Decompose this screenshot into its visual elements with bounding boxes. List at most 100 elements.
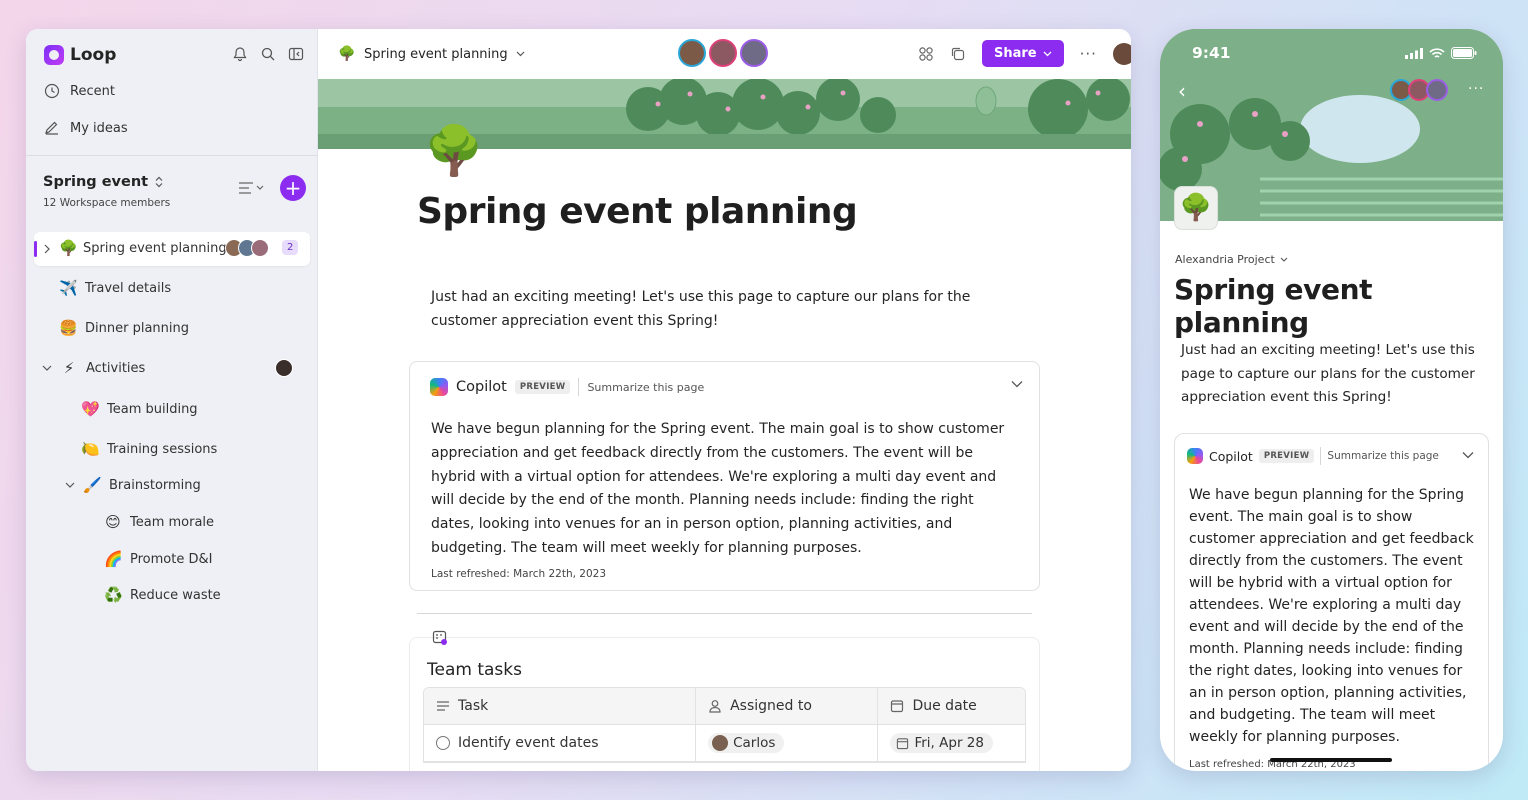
tree-item-label: Promote D&I — [130, 551, 213, 567]
status-bar-time: 9:41 — [1192, 44, 1231, 62]
copy-component-icon[interactable] — [950, 46, 966, 62]
tree-item-label: Activities — [86, 360, 146, 376]
chevron-down-icon[interactable] — [42, 364, 52, 372]
tree-item-activities[interactable]: ⚡ Activities — [42, 359, 145, 377]
due-date-chip[interactable]: Fri, Apr 28 — [890, 733, 993, 753]
breadcrumb-label: Alexandria Project — [1175, 253, 1275, 266]
workspace-title[interactable]: Spring event — [43, 174, 164, 190]
page-intro[interactable]: Just had an exciting meeting! Let's use … — [1181, 339, 1481, 410]
column-header-due[interactable]: Due date — [878, 688, 1025, 724]
collaborator-avatars — [1390, 79, 1448, 101]
summarize-action[interactable]: Summarize this page — [1327, 450, 1438, 462]
tree-item-brainstorming[interactable]: 🖌️ Brainstorming — [65, 476, 201, 494]
tree-item-dinner-planning[interactable]: 🍔 Dinner planning — [59, 319, 189, 337]
chevron-right-icon[interactable] — [43, 244, 51, 254]
lightning-icon: ⚡ — [63, 359, 75, 377]
copilot-name: Copilot — [456, 379, 507, 395]
tree-item-spring-event-planning[interactable]: 🌳 Spring event planning 2 — [34, 232, 310, 266]
avatar[interactable] — [709, 39, 737, 67]
avatar[interactable] — [1426, 79, 1448, 101]
chevron-down-icon[interactable] — [1462, 451, 1474, 459]
share-button[interactable]: Share — [982, 40, 1064, 67]
bell-icon[interactable] — [232, 46, 248, 62]
assignee-cell[interactable]: Carlos — [696, 725, 879, 761]
chevron-down-icon[interactable] — [1011, 380, 1023, 388]
tree-emoji-icon: 🌳 — [338, 46, 356, 62]
column-label: Assigned to — [730, 698, 812, 714]
loop-component-icon[interactable] — [432, 630, 448, 646]
copilot-header: Copilot PREVIEW Summarize this page — [1187, 447, 1439, 465]
clock-icon — [44, 83, 60, 99]
page-intro[interactable]: Just had an exciting meeting! Let's use … — [431, 285, 1011, 333]
workspace-tools: + — [238, 175, 306, 201]
tree-item-label: Reduce waste — [130, 587, 221, 603]
separator — [578, 378, 580, 396]
search-icon[interactable] — [260, 46, 276, 62]
page-title[interactable]: Spring event planning — [1174, 273, 1503, 339]
more-options-icon[interactable]: ··· — [1080, 45, 1097, 63]
page-emoji-icon[interactable]: 🌳 — [424, 122, 484, 179]
tasks-title[interactable]: Team tasks — [427, 660, 522, 680]
tree-item-reduce-waste[interactable]: ♻️ Reduce waste — [104, 586, 221, 604]
tree-item-team-morale[interactable]: 😊 Team morale — [104, 513, 214, 531]
copilot-icon — [430, 378, 448, 396]
calendar-icon — [897, 737, 909, 749]
pen-icon — [45, 121, 58, 135]
separator — [1320, 447, 1322, 465]
lemon-icon: 🍋 — [81, 440, 100, 458]
tree-item-label: Brainstorming — [109, 477, 201, 493]
task-name: Identify event dates — [458, 735, 599, 751]
back-icon[interactable]: ‹ — [1178, 79, 1186, 103]
assignee-chip[interactable]: Carlos — [708, 733, 785, 753]
summarize-action[interactable]: Summarize this page — [587, 381, 704, 394]
avatar[interactable] — [678, 39, 706, 67]
column-header-assigned[interactable]: Assigned to — [696, 688, 879, 724]
collapse-sidebar-icon[interactable] — [288, 46, 304, 62]
airplane-icon: ✈️ — [59, 279, 78, 297]
copilot-last-refreshed: Last refreshed: March 22th, 2023 — [431, 568, 606, 580]
apps-icon[interactable] — [918, 46, 934, 62]
copilot-summary-text: We have begun planning for the Spring ev… — [431, 421, 1005, 556]
rainbow-icon: 🌈 — [104, 550, 123, 568]
calendar-icon — [891, 700, 904, 713]
tree-item-travel-details[interactable]: ✈️ Travel details — [59, 279, 171, 297]
task-complete-checkbox[interactable] — [436, 736, 450, 750]
assignee-name: Carlos — [733, 735, 776, 751]
chevron-down-icon — [1043, 51, 1052, 56]
nav-recent[interactable]: Recent — [44, 83, 115, 99]
sort-menu-icon[interactable] — [238, 181, 266, 195]
page-emoji-icon[interactable]: 🌳 — [1174, 186, 1218, 230]
page-title[interactable]: Spring event planning — [417, 191, 858, 232]
copilot-icon — [1187, 448, 1203, 464]
home-indicator[interactable] — [1270, 758, 1392, 762]
phone-breadcrumb[interactable]: Alexandria Project — [1175, 253, 1288, 266]
app-name: Loop — [70, 45, 117, 65]
avatar[interactable] — [740, 39, 768, 67]
copilot-summary-text: We have begun planning for the Spring ev… — [1189, 487, 1474, 745]
user-avatar[interactable] — [1112, 42, 1131, 65]
due-date-cell[interactable]: Fri, Apr 28 — [878, 725, 1025, 761]
table-row[interactable]: Identify event dates Carlos Fri, Apr 28 — [424, 725, 1025, 762]
chevron-down-icon[interactable] — [65, 481, 75, 489]
tree-item-training-sessions[interactable]: 🍋 Training sessions — [81, 440, 217, 458]
tree-item-team-building[interactable]: 💖 Team building — [81, 400, 198, 418]
app-logo[interactable]: Loop — [44, 45, 116, 65]
tree-collaborators — [225, 239, 269, 257]
chevron-down-icon — [516, 51, 525, 57]
tree-item-label: Travel details — [85, 280, 172, 296]
nav-my-ideas[interactable]: My ideas — [44, 120, 128, 136]
section-divider — [417, 613, 1032, 614]
avatar — [275, 359, 293, 377]
task-cell[interactable]: Identify event dates — [424, 725, 697, 761]
nav-recent-label: Recent — [70, 83, 115, 99]
more-options-icon[interactable]: ··· — [1468, 81, 1484, 97]
breadcrumb[interactable]: 🌳 Spring event planning — [338, 46, 525, 62]
column-header-task[interactable]: Task — [424, 688, 697, 724]
collaborator-avatars — [678, 39, 768, 67]
workspace-name: Spring event — [43, 174, 149, 190]
tree-item-promote-di[interactable]: 🌈 Promote D&I — [104, 550, 212, 568]
add-page-button[interactable]: + — [280, 175, 306, 201]
copilot-summary-card: Copilot PREVIEW Summarize this page We h… — [1174, 433, 1489, 771]
due-date: Fri, Apr 28 — [914, 735, 984, 751]
tree-item-label: Training sessions — [107, 441, 218, 457]
